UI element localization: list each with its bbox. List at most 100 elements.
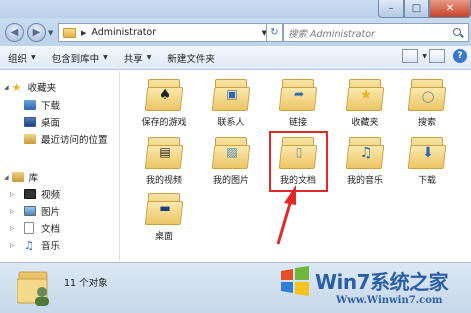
- chevron-down-icon: ▼: [103, 54, 108, 61]
- share-label: 共享: [123, 53, 143, 65]
- nav-downloads[interactable]: 下载: [24, 97, 60, 113]
- folder-item[interactable]: ▤ 我的视频: [135, 133, 193, 191]
- expand-arrow-icon[interactable]: ▷: [10, 208, 15, 215]
- expand-arrow-icon[interactable]: ▷: [10, 242, 15, 249]
- nav-documents[interactable]: ▷ 文档: [10, 220, 60, 236]
- search-placeholder: 搜索 Administrator: [288, 28, 375, 40]
- folder-user-icon: [17, 271, 49, 306]
- downloads-icon: [24, 100, 36, 110]
- nav-music[interactable]: ▷ ♫ 音乐: [10, 237, 61, 253]
- searches-icon: ○: [407, 79, 447, 111]
- nav-libraries[interactable]: ◢ 库: [4, 169, 38, 185]
- search-input[interactable]: 搜索 Administrator: [283, 23, 469, 42]
- folder-label: 搜索: [417, 118, 436, 128]
- downloads-icon: ⬇: [407, 137, 447, 169]
- folder-item[interactable]: ▣ 联系人: [202, 75, 260, 133]
- links-icon: ➦: [278, 79, 318, 111]
- preview-pane-icon[interactable]: [429, 49, 445, 63]
- back-button[interactable]: ◀: [5, 23, 24, 42]
- folder-label: 桌面: [154, 232, 173, 242]
- watermark-url: Www.Winwin7.com: [336, 295, 443, 306]
- folder-label: 下载: [417, 176, 436, 186]
- highlight-box: [269, 131, 328, 192]
- nav-favorites-label: 收藏夹: [27, 83, 57, 94]
- nav-recent-places[interactable]: 最近访问的位置: [24, 131, 108, 147]
- collapse-arrow-icon[interactable]: ◢: [4, 174, 9, 181]
- collapse-arrow-icon[interactable]: ◢: [4, 84, 9, 91]
- command-bar: 组织 ▼ 包含到库中 ▼ 共享 ▼ 新建文件夹 ▼ ?: [0, 46, 471, 70]
- search-icon[interactable]: [452, 27, 464, 39]
- folder-item[interactable]: ▬ 桌面: [135, 189, 193, 247]
- saved-games-icon: ♠: [144, 79, 184, 111]
- change-view-icon[interactable]: [402, 49, 419, 63]
- nav-libraries-label: 库: [28, 173, 39, 184]
- toolbar-right: ▼ ?: [400, 49, 467, 63]
- folder-item[interactable]: ➦ 链接: [269, 75, 327, 133]
- item-count: 11 个对象: [64, 278, 108, 289]
- expand-arrow-icon[interactable]: ▷: [10, 191, 15, 198]
- desktop-icon: [24, 117, 36, 127]
- organize-label: 组织: [8, 53, 28, 65]
- documents-icon: [24, 222, 34, 234]
- folder-label: 联系人: [217, 118, 245, 128]
- nav-music-label: 音乐: [41, 241, 61, 252]
- recent-pages-dropdown-icon[interactable]: ▼: [48, 29, 53, 37]
- recent-places-icon: [24, 134, 36, 144]
- chevron-down-icon: ▼: [146, 54, 152, 61]
- nav-favorites[interactable]: ◢ ★ 收藏夹: [4, 79, 56, 95]
- breadcrumb-administrator[interactable]: Administrator: [91, 27, 156, 38]
- folder-label: 收藏夹: [351, 118, 379, 128]
- contacts-icon: ▣: [211, 79, 251, 111]
- star-icon: ★: [11, 80, 22, 94]
- breadcrumb-arrow-icon[interactable]: ▶: [81, 29, 86, 37]
- maximize-button[interactable]: □: [404, 0, 429, 18]
- nav-desktop-label: 桌面: [41, 118, 61, 129]
- refresh-button[interactable]: ↻: [266, 23, 283, 42]
- new-folder-label: 新建文件夹: [167, 53, 215, 65]
- watermark-title: Win7系统之家: [315, 270, 449, 294]
- watermark: Win7系统之家 Www.Winwin7.com: [278, 264, 471, 313]
- music-icon: ♫: [24, 238, 34, 252]
- videos-icon: [24, 189, 36, 199]
- folder-item[interactable]: ♫ 我的音乐: [336, 133, 394, 191]
- folder-label: 我的视频: [145, 176, 182, 186]
- folder-item[interactable]: ♠ 保存的游戏: [135, 75, 193, 133]
- address-row: ◀ ▶ ▼ ▶ Administrator ▼ ↻ 搜索 Administrat…: [0, 18, 471, 46]
- folder-label: 我的图片: [212, 176, 249, 186]
- chevron-down-icon: ▼: [31, 54, 36, 61]
- nav-desktop[interactable]: 桌面: [24, 114, 60, 130]
- nav-videos-label: 视频: [41, 190, 61, 201]
- organize-menu[interactable]: 组织 ▼: [0, 47, 44, 69]
- nav-pictures[interactable]: ▷ 图片: [10, 203, 61, 219]
- folder-item[interactable]: ▨ 我的图片: [202, 133, 260, 191]
- folder-label: 我的音乐: [346, 176, 383, 186]
- windows-logo-icon: [281, 266, 309, 296]
- folder-item[interactable]: ○ 搜索: [398, 75, 456, 133]
- nav-downloads-label: 下载: [41, 101, 61, 112]
- navigation-pane: ◢ ★ 收藏夹 下载 桌面 最近访问的位置 ◢ 库 ▷ 视频 ▷ 图片 ▷ 文档…: [0, 71, 120, 261]
- address-bar[interactable]: ▶ Administrator ▼: [58, 23, 271, 42]
- folder-label: 保存的游戏: [141, 118, 187, 128]
- folder-item[interactable]: ⬇ 下载: [398, 133, 456, 191]
- expand-arrow-icon[interactable]: ▷: [10, 225, 15, 232]
- nav-videos[interactable]: ▷ 视频: [10, 186, 61, 202]
- folder-item[interactable]: ★ 收藏夹: [336, 75, 394, 133]
- my-pictures-icon: ▨: [211, 137, 251, 169]
- include-in-library-menu[interactable]: 包含到库中 ▼: [44, 47, 116, 69]
- window-controls: – □ ✕: [378, 0, 471, 18]
- library-icon: [11, 172, 24, 182]
- favorites-icon: ★: [345, 79, 385, 111]
- new-folder-button[interactable]: 新建文件夹: [159, 47, 223, 69]
- help-icon[interactable]: ?: [453, 49, 467, 63]
- share-menu[interactable]: 共享 ▼: [116, 47, 160, 69]
- folder-icon: [63, 27, 76, 38]
- chevron-down-icon[interactable]: ▼: [422, 53, 427, 60]
- minimize-button[interactable]: –: [378, 0, 404, 18]
- forward-button[interactable]: ▶: [27, 23, 46, 42]
- my-videos-icon: ▤: [144, 137, 184, 169]
- nav-pictures-label: 图片: [41, 207, 61, 218]
- nav-recent-label: 最近访问的位置: [41, 135, 108, 146]
- include-in-library-label: 包含到库中: [51, 53, 100, 65]
- pictures-icon: [24, 206, 36, 216]
- close-button[interactable]: ✕: [429, 0, 471, 18]
